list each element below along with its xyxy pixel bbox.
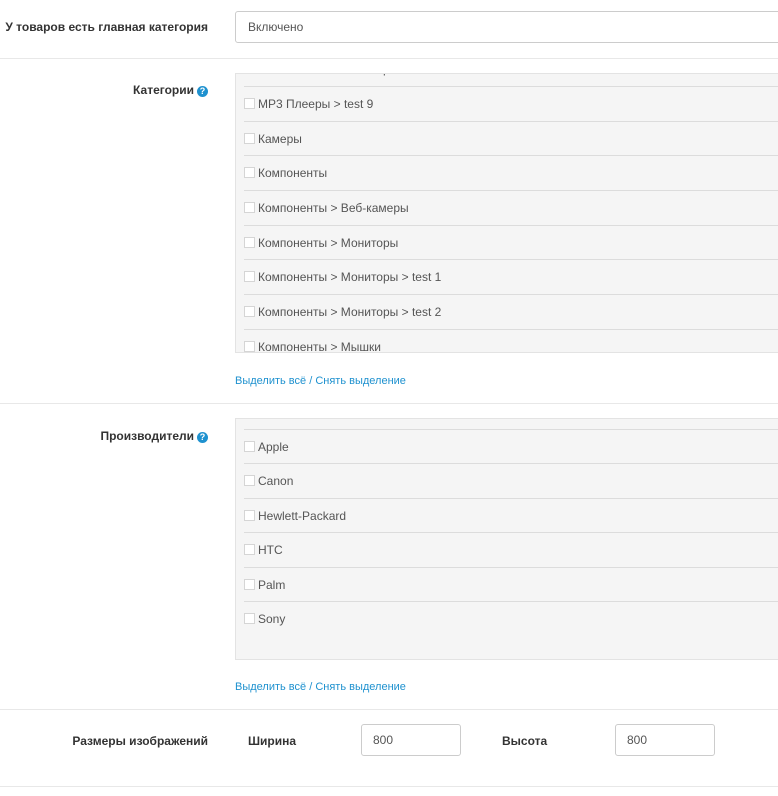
link-separator: /	[306, 681, 316, 693]
divider	[0, 709, 778, 710]
category-label: Компоненты > Мышки	[258, 340, 382, 353]
checkbox[interactable]	[244, 441, 255, 452]
category-label: Компоненты > Мониторы	[258, 236, 399, 250]
categories-select-links: Выделить всё / Снять выделение	[235, 375, 406, 387]
manufacturer-label: Palm	[258, 578, 286, 592]
checkbox[interactable]	[244, 306, 255, 317]
width-label: Ширина	[248, 734, 297, 748]
list-item[interactable]: HTC	[244, 532, 778, 566]
checkbox[interactable]	[244, 341, 255, 352]
list-item[interactable]: МР3 Плееры > test 9	[244, 86, 778, 120]
checkbox[interactable]	[244, 167, 255, 178]
width-input[interactable]: 800	[361, 724, 461, 756]
manufacturer-label: HTC	[258, 543, 283, 557]
checkbox[interactable]	[244, 133, 255, 144]
list-item[interactable]: Камеры	[244, 121, 778, 155]
height-label: Высота	[502, 734, 548, 748]
checkbox[interactable]	[244, 271, 255, 282]
divider	[0, 58, 778, 59]
checkbox[interactable]	[244, 510, 255, 521]
checkbox[interactable]	[244, 202, 255, 213]
category-label-partial: Компоненты > Мониторы	[258, 74, 398, 76]
list-item[interactable]: Компоненты > Мышки	[244, 329, 778, 353]
category-label: Камеры	[258, 132, 302, 146]
checkbox[interactable]	[244, 98, 255, 109]
image-sizes-label: Размеры изображений	[72, 734, 208, 748]
category-label: Компоненты > Мониторы > test 1	[258, 270, 442, 284]
list-item[interactable]: Hewlett-Packard	[244, 498, 778, 532]
deselect-all-link[interactable]: Снять выделение	[315, 681, 406, 693]
manufacturers-label: Производители?	[100, 429, 208, 443]
list-item[interactable]: Apple	[244, 429, 778, 463]
category-label: Компоненты	[258, 166, 328, 180]
main-category-label: У товаров есть главная категория	[5, 20, 208, 34]
checkbox[interactable]	[244, 237, 255, 248]
manufacturer-label: Canon	[258, 474, 294, 488]
checkbox[interactable]	[244, 544, 255, 555]
checkbox[interactable]	[244, 613, 255, 624]
list-item[interactable]: Компоненты > Мониторы	[244, 225, 778, 259]
manufacturer-label: Sony	[258, 612, 286, 626]
divider	[0, 403, 778, 404]
checkbox[interactable]	[244, 579, 255, 590]
list-item[interactable]: Компоненты > Веб-камеры	[244, 190, 778, 224]
height-input[interactable]: 800	[615, 724, 715, 756]
list-item[interactable]: Canon	[244, 463, 778, 497]
manufacturer-label: Apple	[258, 440, 289, 454]
list-item[interactable]: Sony	[244, 601, 778, 635]
checkbox[interactable]	[244, 73, 255, 74]
category-label: Компоненты > Мониторы > test 2	[258, 305, 442, 319]
list-item[interactable]: Palm	[244, 567, 778, 601]
select-all-link[interactable]: Выделить всё	[235, 375, 306, 387]
manufacturer-label: Hewlett-Packard	[258, 509, 347, 523]
main-category-select[interactable]: Включено	[235, 11, 778, 43]
link-separator: /	[306, 375, 316, 387]
category-label: Компоненты > Веб-камеры	[258, 201, 409, 215]
categories-label-text: Категории	[133, 83, 194, 97]
manufacturers-select-links: Выделить всё / Снять выделение	[235, 681, 406, 693]
divider	[0, 786, 778, 787]
categories-label: Категории?	[133, 83, 208, 97]
manufacturers-list[interactable]: Apple Canon Hewlett-Packard HTC Palm Son…	[235, 418, 778, 660]
select-all-link[interactable]: Выделить всё	[235, 681, 306, 693]
list-item[interactable]: Компоненты > Мониторы	[244, 73, 778, 85]
list-item[interactable]: Компоненты > Мониторы > test 1	[244, 259, 778, 293]
help-icon[interactable]: ?	[197, 432, 208, 443]
category-label: МР3 Плееры > test 9	[258, 97, 374, 111]
list-item[interactable]: Компоненты > Мониторы > test 2	[244, 294, 778, 328]
list-item[interactable]: Компоненты	[244, 155, 778, 189]
help-icon[interactable]: ?	[197, 86, 208, 97]
checkbox[interactable]	[244, 475, 255, 486]
manufacturers-label-text: Производители	[100, 429, 194, 443]
categories-list[interactable]: Компоненты > Мониторы МР3 Плееры > test …	[235, 73, 778, 353]
deselect-all-link[interactable]: Снять выделение	[315, 375, 406, 387]
